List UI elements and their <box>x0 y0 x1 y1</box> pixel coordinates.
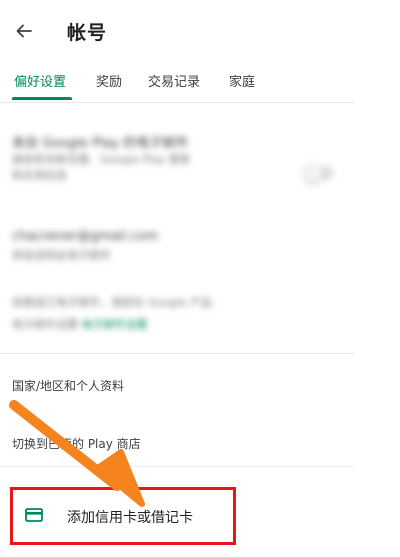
app-bar: 帐号 <box>0 0 400 62</box>
tab-transactions[interactable]: 交易记录 <box>148 71 200 90</box>
back-button[interactable] <box>10 17 38 45</box>
tab-family[interactable]: 家庭 <box>229 71 255 90</box>
footer-desc-1: 如需退订电子邮件，请前往 Google 产品 <box>12 296 212 309</box>
email-updates-desc-1: 接收有关新优惠、Google Play 更新 <box>12 153 191 166</box>
email-updates-title: 来自 Google Play 的电子邮件 <box>12 136 189 151</box>
row-divider <box>0 466 355 467</box>
add-card-label: 添加信用卡或借记卡 <box>67 510 193 526</box>
email-address-desc: 将发送到此电子邮件 <box>12 249 111 262</box>
email-updates-toggle[interactable] <box>303 163 333 183</box>
footer-desc-line-2: 电子邮件设置 电子邮件设置 <box>12 317 148 332</box>
account-page: 帐号 偏好设置 奖励 交易记录 家庭 来自 Google Play 的电子邮件 … <box>0 0 400 557</box>
switch-store-row[interactable]: 切换到巴西的 Play 商店 <box>12 435 141 452</box>
tab-bar: 偏好设置 奖励 交易记录 家庭 <box>0 62 400 100</box>
tabs-divider <box>0 102 355 103</box>
email-preferences-section: 来自 Google Play 的电子邮件 接收有关新优惠、Google Play… <box>0 108 360 348</box>
tab-preferences[interactable]: 偏好设置 <box>14 71 66 90</box>
country-profile-row[interactable]: 国家/地区和个人资料 <box>12 377 124 394</box>
footer-desc-2: 电子邮件设置 <box>12 318 78 331</box>
section-divider <box>0 353 355 354</box>
email-settings-link[interactable]: 电子邮件设置 <box>82 318 148 331</box>
email-updates-desc-2: 和实用信息 <box>12 169 67 182</box>
add-card-row[interactable]: 添加信用卡或借记卡 <box>10 487 236 545</box>
page-title: 帐号 <box>67 22 108 44</box>
active-tab-indicator <box>12 97 72 100</box>
tab-rewards[interactable]: 奖励 <box>96 71 122 90</box>
toggle-knob <box>303 163 323 183</box>
arrow-left-icon <box>16 24 32 38</box>
email-address: chacrener@gmail.com <box>12 229 159 244</box>
credit-card-icon <box>25 508 43 522</box>
